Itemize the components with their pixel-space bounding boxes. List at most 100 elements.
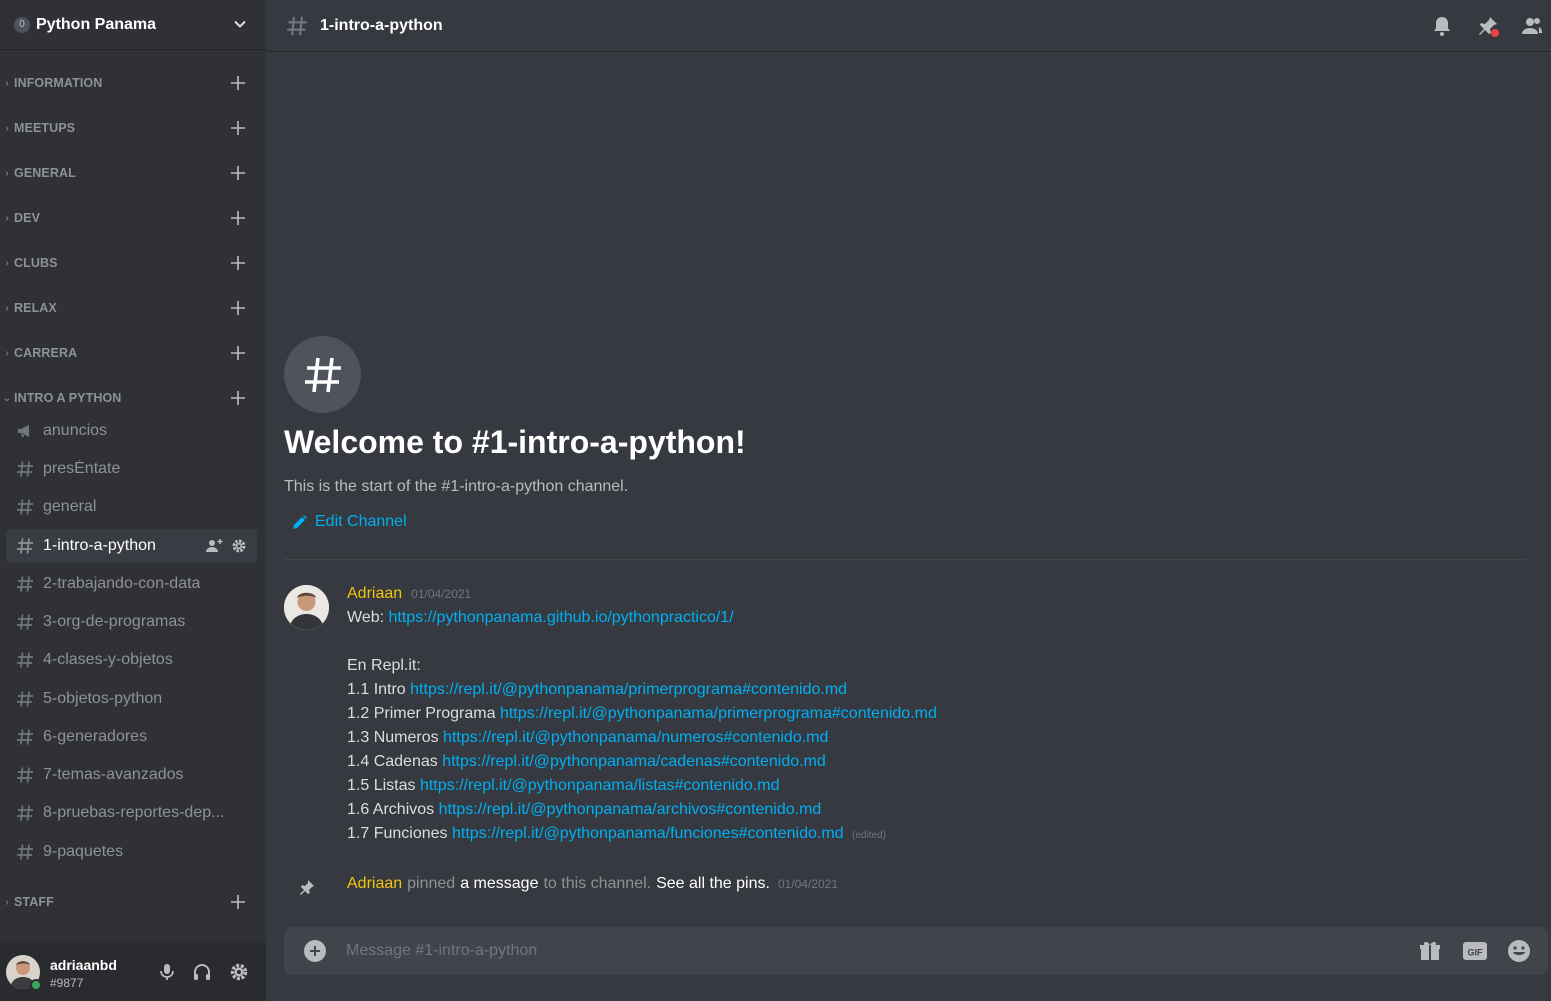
pin-author[interactable]: Adriaan [347, 875, 402, 893]
microphone-icon[interactable] [157, 962, 177, 982]
settings-gear-icon[interactable] [229, 962, 249, 982]
add-channel-icon[interactable] [230, 255, 246, 271]
category-dev[interactable]: › DEV [0, 206, 266, 230]
hash-icon [17, 691, 33, 707]
channel-7-temas-avanzados[interactable]: 7-temas-avanzados [6, 758, 257, 792]
gear-icon[interactable] [231, 538, 247, 554]
chevron-right-icon: › [5, 167, 9, 179]
channel-label: 4-clases-y-objetos [43, 651, 173, 668]
user-tag: #9877 [50, 976, 84, 990]
chevron-down-icon[interactable] [232, 16, 248, 32]
gif-icon[interactable]: GIF [1462, 938, 1488, 964]
channel-8-pruebas-reportes[interactable]: 8-pruebas-reportes-dep... [6, 796, 257, 830]
item-link[interactable]: https://repl.it/@pythonpanama/numeros#co… [443, 729, 828, 746]
headphones-icon[interactable] [192, 962, 212, 982]
server-header[interactable]: 0 Python Panama [0, 0, 266, 50]
add-channel-icon[interactable] [230, 345, 246, 361]
add-channel-icon[interactable] [230, 390, 246, 406]
chevron-right-icon: › [5, 896, 9, 908]
channel-presentate[interactable]: presÉntate [6, 452, 257, 486]
add-attachment-button[interactable] [304, 940, 326, 962]
item-label: 1.7 Funciones [347, 825, 448, 842]
hash-icon [287, 16, 307, 35]
item-label: 1.1 Intro [347, 681, 406, 698]
item-link[interactable]: https://repl.it/@pythonpanama/funciones#… [452, 825, 844, 842]
item-link[interactable]: https://repl.it/@pythonpanama/cadenas#co… [442, 753, 826, 770]
chevron-right-icon: › [5, 257, 9, 269]
pinned-message-link[interactable]: a message [460, 875, 538, 893]
hash-icon [17, 844, 33, 860]
item-link[interactable]: https://repl.it/@pythonpanama/archivos#c… [439, 801, 822, 818]
message-list-item: 1.7 Funciones https://repl.it/@pythonpan… [347, 825, 886, 843]
channel-label: 6-generadores [43, 728, 148, 745]
add-channel-icon[interactable] [230, 165, 246, 181]
category-carrera[interactable]: › CARRERA [0, 341, 266, 365]
item-link[interactable]: https://repl.it/@pythonpanama/primerprog… [410, 681, 847, 698]
message-list-item: 1.5 Listas https://repl.it/@pythonpanama… [347, 777, 780, 795]
pin-icon[interactable] [1476, 14, 1500, 38]
hash-icon [17, 729, 33, 745]
category-information[interactable]: › INFORMATION [0, 71, 266, 95]
channel-label: presÉntate [43, 460, 121, 477]
channel-3-org-de-programas[interactable]: 3-org-de-programas [6, 605, 257, 639]
item-link[interactable]: https://repl.it/@pythonpanama/listas#con… [420, 777, 780, 794]
username: adriaanbd [50, 957, 117, 973]
channel-2-trabajando-con-data[interactable]: 2-trabajando-con-data [6, 567, 257, 601]
message-composer: GIF [284, 927, 1548, 975]
channel-6-generadores[interactable]: 6-generadores [6, 720, 257, 754]
add-channel-icon[interactable] [230, 300, 246, 316]
boost-badge-icon: 0 [14, 16, 30, 33]
channel-anuncios[interactable]: anuncios [6, 414, 257, 448]
megaphone-icon [18, 425, 29, 437]
see-all-pins-link[interactable]: See all the pins. [656, 875, 770, 893]
add-channel-icon[interactable] [230, 210, 246, 226]
channel-1-intro-a-python[interactable]: 1-intro-a-python [6, 529, 257, 563]
category-label: CLUBS [14, 256, 58, 270]
add-channel-icon[interactable] [230, 120, 246, 136]
category-staff[interactable]: › STAFF [0, 890, 266, 914]
hash-icon [17, 538, 33, 554]
category-clubs[interactable]: › CLUBS [0, 251, 266, 275]
channel-label: 2-trabajando-con-data [43, 575, 201, 592]
user-panel: adriaanbd #9877 [0, 943, 266, 1001]
pin-notice: Adriaan pinned a message to this channel… [298, 875, 838, 895]
category-general[interactable]: › GENERAL [0, 161, 266, 185]
category-relax[interactable]: › RELAX [0, 296, 266, 320]
pencil-icon [293, 514, 307, 529]
chevron-right-icon: › [5, 122, 9, 134]
item-link[interactable]: https://repl.it/@pythonpanama/primerprog… [500, 705, 937, 722]
edit-channel-button[interactable]: Edit Channel [291, 513, 407, 531]
welcome-subtitle: This is the start of the #1-intro-a-pyth… [284, 478, 629, 495]
web-link[interactable]: https://pythonpanama.github.io/pythonpra… [389, 609, 734, 626]
channel-label: 5-objetos-python [43, 690, 163, 707]
chevron-right-icon: › [5, 77, 9, 89]
channel-general[interactable]: general [6, 490, 257, 524]
pin-icon [300, 880, 314, 895]
hash-icon [17, 461, 33, 477]
hash-icon [17, 805, 33, 821]
channel-5-objetos-python[interactable]: 5-objetos-python [6, 682, 257, 716]
add-channel-icon[interactable] [230, 75, 246, 91]
gift-icon[interactable] [1417, 938, 1443, 964]
invite-member-icon[interactable] [206, 538, 223, 554]
item-label: 1.3 Numeros [347, 729, 439, 746]
message-input[interactable] [346, 927, 1396, 975]
edit-channel-label: Edit Channel [315, 513, 407, 530]
message-header: Adriaan 01/04/2021 [347, 585, 471, 603]
avatar[interactable] [284, 585, 329, 630]
hash-icon [17, 614, 33, 630]
category-intro-a-python[interactable]: ⌄ INTRO A PYTHON [0, 386, 266, 410]
channel-4-clases-y-objetos[interactable]: 4-clases-y-objetos [6, 643, 257, 677]
channel-9-paquetes[interactable]: 9-paquetes [6, 835, 257, 869]
channel-title: 1-intro-a-python [320, 16, 443, 34]
bell-icon[interactable] [1430, 14, 1454, 38]
members-icon[interactable] [1520, 14, 1544, 38]
category-meetups[interactable]: › MEETUPS [0, 116, 266, 140]
online-status-icon [30, 979, 42, 991]
category-label: DEV [14, 211, 41, 225]
emoji-icon[interactable] [1506, 938, 1532, 964]
message-author[interactable]: Adriaan [347, 585, 402, 603]
channel-sidebar: 0 Python Panama › INFORMATION › MEETUPS … [0, 0, 266, 1001]
chevron-down-icon: ⌄ [2, 392, 12, 404]
add-channel-icon[interactable] [230, 894, 246, 910]
